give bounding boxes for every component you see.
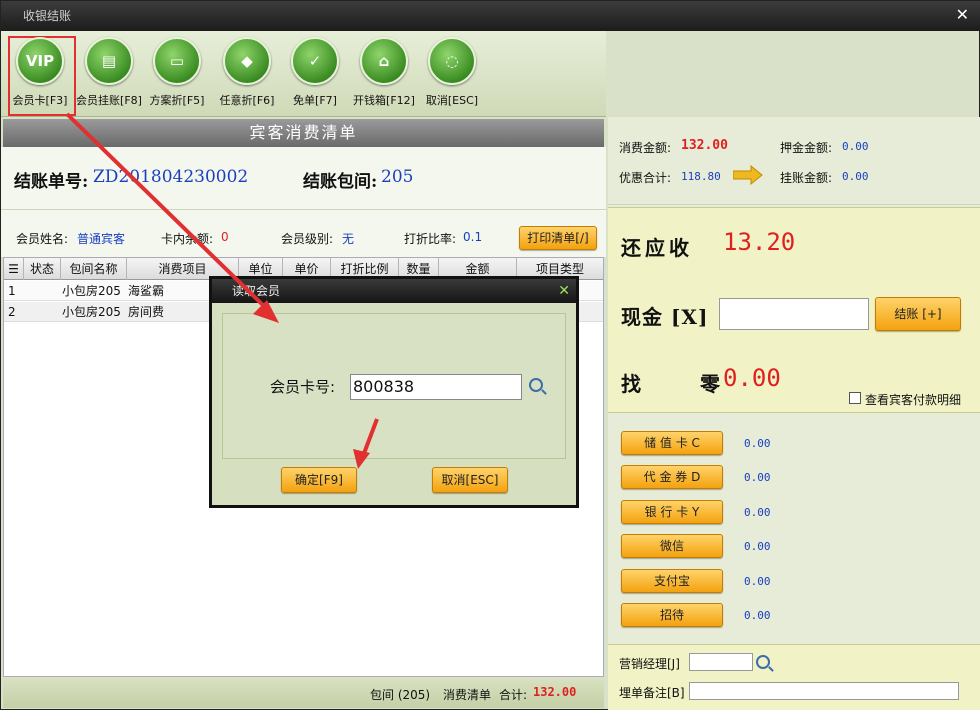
discount-rate-label: 打折比率: [404,232,457,246]
bill-no: ZD201804230002 [93,167,249,187]
free-order-button[interactable]: ✓ 免单[F7] [279,37,351,108]
footer-total: 132.00 [533,685,577,699]
clipboard-check-icon: ✓ [291,37,339,85]
dialog-body: 会员卡号: 800838 [222,313,566,459]
card-no-label: 会员卡号: [270,378,336,396]
alipay-value: 0.00 [744,575,771,588]
card-no-input[interactable]: 800838 [350,374,522,400]
cash-box-icon: ⌂ [360,37,408,85]
custom-discount-button[interactable]: ◆ 任意折[F6] [211,37,283,108]
footer-total-label: 合计: [499,688,528,702]
payment-panel: 消费金额: 132.00 押金金额: 0.00 优惠合计: 118.80 挂账金… [608,117,980,710]
stored-card-button[interactable]: 储 值 卡 C [621,431,723,455]
read-member-dialog: 读取会员 ✕ 会员卡号: 800838 确定[F9] 取消[ESC] [209,276,579,508]
bottom-fields: 营销经理[J] 埋单备注[B] [608,644,980,710]
footer-list-label: 消费清单 [443,688,492,702]
document-icon: ▤ [85,37,133,85]
voucher-button[interactable]: 代 金 券 D [621,465,723,489]
member-name-label: 会员姓名: [16,232,69,246]
toolbar: VIP 会员卡[F3] ▤ 会员挂账[F8] ▭ 方案折[F5] ◆ 任意折[F… [1,31,606,117]
cancel-button[interactable]: ◌ 取消[ESC] [416,37,488,108]
change-amount: 0.00 [723,364,781,392]
member-info: 会员姓名: 普通宾客 卡内余额: 0 会员级别: 无 打折比率: 0.1 打印清… [1,209,606,257]
dialog-cancel-button[interactable]: 取消[ESC] [432,467,508,493]
credit-label: 挂账金额: [780,171,833,185]
consume-amount: 132.00 [681,138,728,153]
entertain-value: 0.00 [744,609,771,622]
summary-box: 消费金额: 132.00 押金金额: 0.00 优惠合计: 118.80 挂账金… [608,117,980,205]
remark-label: 埋单备注[B] [619,686,685,700]
plan-discount-button[interactable]: ▭ 方案折[F5] [141,37,213,108]
entertain-button[interactable]: 招待 [621,603,723,627]
consumption-list-title: 宾客消费清单 [3,119,604,147]
member-level-label: 会员级别: [281,232,334,246]
member-name: 普通宾客 [77,232,126,246]
manager-input[interactable] [689,653,753,671]
grid-menu-icon[interactable]: ☰ [4,258,24,280]
window-icon: ▭ [153,37,201,85]
payment-methods: 储 值 卡 C 0.00 代 金 券 D 0.00 银 行 卡 Y 0.00 微… [608,415,980,643]
title-bar: 收银结账 ✕ [1,1,980,31]
deposit-label: 押金金额: [780,141,833,155]
payment-box: 还应收 13.20 现金 [X] 结账 [+] 找 零 0.00 查看宾客付款明… [608,207,980,413]
member-level: 无 [342,232,355,246]
room-label: 结账包间: [303,172,378,192]
wechat-button[interactable]: 微信 [621,534,723,558]
card-balance: 0 [221,230,229,244]
voucher-value: 0.00 [744,471,771,484]
detail-checkbox[interactable] [849,392,861,404]
alipay-button[interactable]: 支付宝 [621,569,723,593]
member-credit-button[interactable]: ▤ 会员挂账[F8] [73,37,145,108]
dialog-title-bar: 读取会员 ✕ [212,279,576,303]
stored-card-value: 0.00 [744,437,771,450]
remark-input[interactable] [689,682,959,700]
col-room[interactable]: 包间名称 [61,258,127,280]
credit-amount: 0.00 [842,170,869,183]
due-amount: 13.20 [723,228,796,256]
list-footer: 包间 (205) 消费清单 合计: 132.00 [3,678,604,708]
bill-no-label: 结账单号: [14,172,89,192]
cancel-icon: ◌ [428,37,476,85]
bank-card-value: 0.00 [744,506,771,519]
search-icon[interactable] [756,655,770,669]
bill-info: 结账单号: ZD201804230002 结账包间: 205 [1,147,606,209]
confirm-button[interactable]: 确定[F9] [281,467,357,493]
consume-label: 消费金额: [619,141,672,155]
detail-checkbox-label: 查看宾客付款明细 [865,393,962,407]
footer-room: 包间 (205) [370,688,431,702]
checkout-window: 收银结账 ✕ VIP 会员卡[F3] ▤ 会员挂账[F8] ▭ 方案折[F5] … [0,0,980,710]
search-icon[interactable] [529,378,543,392]
bank-card-button[interactable]: 银 行 卡 Y [621,500,723,524]
arrow-right-icon [733,165,763,185]
dialog-title: 读取会员 [232,284,281,298]
close-icon[interactable]: ✕ [558,279,570,303]
room-no: 205 [381,167,414,187]
tag-icon: ◆ [223,37,271,85]
print-list-button[interactable]: 打印清单[/] [519,226,597,250]
cash-label: 现金 [X] [621,305,709,329]
discount-total: 118.80 [681,170,721,183]
open-cash-box-button[interactable]: ⌂ 开钱箱[F12] [348,37,420,108]
manager-label: 营销经理[J] [619,657,680,671]
due-label: 还应收 [621,236,693,260]
deposit-amount: 0.00 [842,140,869,153]
card-balance-label: 卡内余额: [161,232,214,246]
discount-rate: 0.1 [463,230,483,244]
close-icon[interactable]: ✕ [956,1,969,29]
col-status[interactable]: 状态 [24,258,61,280]
member-card-button[interactable]: VIP 会员卡[F3] [4,37,76,108]
wechat-value: 0.00 [744,540,771,553]
window-title: 收银结账 [23,9,72,23]
checkout-button[interactable]: 结账 [+] [875,297,961,331]
cash-input[interactable] [719,298,869,330]
vip-icon: VIP [16,37,64,85]
discount-total-label: 优惠合计: [619,171,672,185]
